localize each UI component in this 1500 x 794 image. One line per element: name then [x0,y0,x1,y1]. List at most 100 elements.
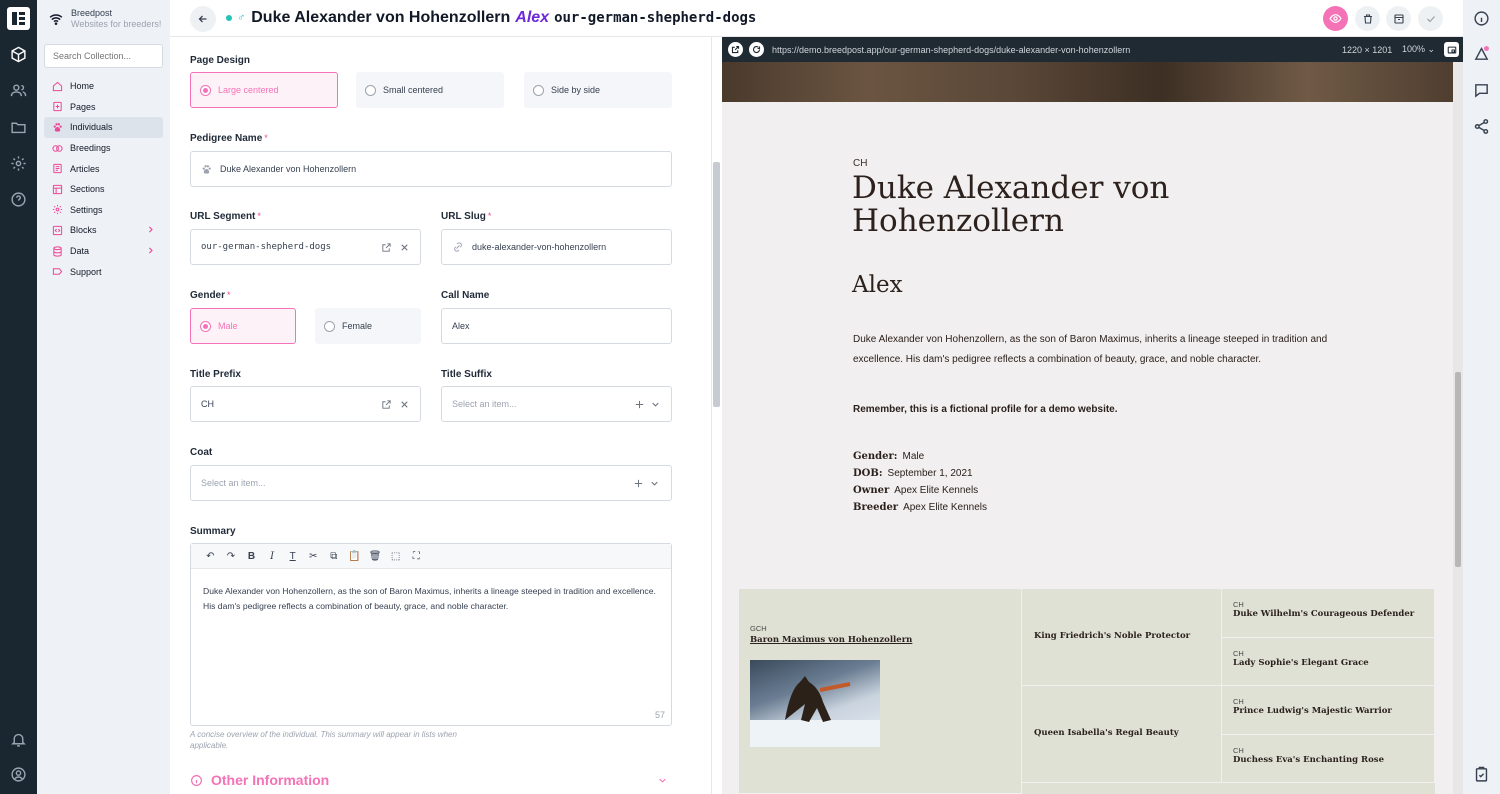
nav-item-label: Breedings [70,143,111,154]
nav-item-sections[interactable]: Sections [44,179,163,200]
clear-icon[interactable] [399,399,410,410]
option-label: Female [342,321,373,331]
option-label: Side by side [551,85,601,95]
scrollbar-thumb[interactable] [713,162,720,407]
summary-text[interactable]: Duke Alexander von Hohenzollern, as the … [191,569,671,629]
nav-item-pages[interactable]: Pages [44,97,163,118]
article-icon [53,164,62,174]
nav-item-articles[interactable]: Articles [44,158,163,179]
account-icon[interactable] [10,766,27,783]
title-prefix-field[interactable]: CH [190,386,421,422]
device-toggle-icon[interactable] [1444,42,1459,57]
pedigree-name-field[interactable]: Duke Alexander von Hohenzollern [190,151,672,187]
nav-item-home[interactable]: Home [44,76,163,97]
plus-icon[interactable] [634,399,645,410]
share-icon[interactable] [1473,118,1490,135]
nav-item-blocks[interactable]: Blocks [44,220,163,241]
chevron-down-icon[interactable] [649,478,660,489]
title-pedigree-name: Duke Alexander von Hohenzollern [251,9,511,26]
brand-name: Breedpost [71,8,113,18]
chevron-down-icon[interactable] [650,399,661,410]
field-value: Duke Alexander von Hohenzollern [220,164,357,174]
back-button[interactable] [190,6,216,32]
other-information-section[interactable]: Other Information [190,772,672,788]
clear-icon[interactable] [399,242,410,253]
pedigree-gg2-cell: CH Lady Sophie's Elegant Grace [1222,638,1435,686]
app-logo[interactable] [7,7,30,30]
fullscreen-icon[interactable]: ⛶ [406,548,427,564]
url-slug-field[interactable]: duke-alexander-von-hohenzollern [441,229,672,265]
open-external-icon[interactable] [728,42,743,57]
page-design-side-by-side[interactable]: Side by side [524,72,672,108]
revisions-icon[interactable] [1473,45,1490,62]
editor-toolbar: ↶ ↷ B I T ✂ ⧉ 📋 🗑 ⬚ ⛶ [191,544,671,569]
title-slug: our-german-shepherd-dogs [554,10,757,26]
cube-icon[interactable] [10,46,27,63]
refresh-icon[interactable] [749,42,764,57]
preview-title-prefix: CH [853,158,868,169]
help-icon[interactable] [10,191,27,208]
field-value: duke-alexander-von-hohenzollern [472,242,607,252]
nav-item-label: Sections [70,184,105,195]
archive-button[interactable] [1386,6,1411,31]
clear-format-icon[interactable]: T [282,548,303,564]
preview-scrollbar[interactable] [1453,62,1463,794]
pedigree-table: GCH Baron Maximus von Hohenzollern King … [739,589,1435,794]
radio-icon [324,320,335,332]
title-suffix-select[interactable]: Select an item... [441,386,672,422]
field-value: CH [201,399,214,409]
title-prefix-label: Title Prefix [190,369,241,380]
pedigree-grandsire-cell: King Friedrich's Noble Protector [1022,589,1222,686]
external-link-icon[interactable] [381,399,392,410]
gender-female-option[interactable]: Female [315,308,421,344]
cut-icon[interactable]: ✂ [303,548,324,564]
bell-icon[interactable] [10,731,27,748]
side-tools-rail [1463,0,1500,794]
code-block-icon [52,225,63,236]
nav-item-support[interactable]: Support [44,261,163,282]
delete-icon[interactable]: 🗑 [365,548,386,564]
users-icon[interactable] [10,82,27,99]
page-design-large-centered[interactable]: Large centered [190,72,338,108]
form-scrollbar[interactable] [711,37,722,794]
gender-male-option[interactable]: Male [190,308,296,344]
nav-item-settings[interactable]: Settings [44,200,163,221]
external-link-icon[interactable] [381,242,392,253]
info-icon[interactable] [1473,10,1490,27]
paste-icon[interactable]: 📋 [344,548,365,564]
url-segment-field[interactable]: our-german-shepherd-dogs [190,229,421,265]
rings-icon [52,144,63,152]
pedigree-gg4-cell: CH Duchess Eva's Enchanting Rose [1222,735,1435,783]
preview-note: Remember, this is a fictional profile fo… [853,404,1118,415]
scrollbar-thumb[interactable] [1455,372,1461,567]
zoom-select[interactable]: 100% ⌄ [1402,44,1435,55]
preview-url[interactable]: https://demo.breedpost.app/our-german-sh… [772,45,1130,55]
sire-link[interactable]: Baron Maximus von Hohenzollern [750,635,1010,645]
select-all-icon[interactable]: ⬚ [385,548,406,564]
gear-icon[interactable] [10,155,27,172]
nav-item-data[interactable]: Data [44,241,163,262]
italic-icon[interactable]: I [262,548,283,564]
preview-dimensions: 1220 × 1201 [1342,44,1393,55]
copy-icon[interactable]: ⧉ [324,548,345,564]
nav-item-label: Individuals [70,122,113,133]
undo-icon[interactable]: ↶ [200,548,221,564]
clipboard-check-icon[interactable] [1473,766,1490,783]
option-label: Large centered [218,85,279,95]
comments-icon[interactable] [1473,82,1490,99]
folder-icon[interactable] [10,119,27,136]
save-button[interactable] [1418,6,1443,31]
preview-toggle-button[interactable] [1323,6,1348,31]
search-collection-input[interactable] [44,44,163,68]
call-name-field[interactable]: Alex [441,308,672,344]
field-value: Alex [452,321,470,331]
bold-icon[interactable]: B [241,548,262,564]
page-design-small-centered[interactable]: Small centered [356,72,504,108]
pedigree-gg3-cell: CH Prince Ludwig's Majestic Warrior [1222,686,1435,735]
nav-item-breedings[interactable]: Breedings [44,138,163,159]
plus-icon[interactable] [633,478,644,489]
nav-item-individuals[interactable]: Individuals [44,117,163,138]
delete-button[interactable] [1355,6,1380,31]
coat-select[interactable]: Select an item... [190,465,672,501]
redo-icon[interactable]: ↷ [221,548,242,564]
